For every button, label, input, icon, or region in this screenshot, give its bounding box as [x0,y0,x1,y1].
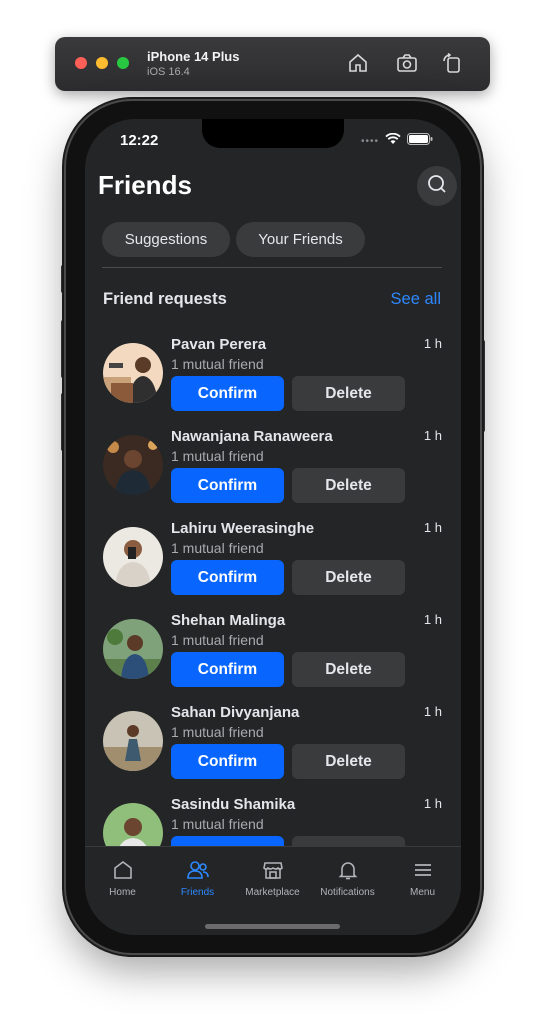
mutual-friends[interactable]: 1 mutual friend [171,816,264,832]
mutual-friends[interactable]: 1 mutual friend [171,632,264,648]
request-time: 1 h [423,520,442,535]
tab-label: Friends [180,887,215,898]
zoom-window-button[interactable] [117,57,129,69]
request-time: 1 h [423,796,442,811]
request-name[interactable]: Nawanjana Ranaweera [171,428,333,445]
avatar[interactable] [103,435,163,495]
friend-request-item: Lahiru Weerasinghe 1 h 1 mutual friend C… [85,520,461,612]
tab-friends[interactable]: Friends [160,857,235,898]
delete-button[interactable]: Delete [292,468,405,503]
mutual-friends[interactable]: 1 mutual friend [171,448,264,464]
tab-menu[interactable]: Menu [385,857,460,898]
confirm-button[interactable]: Confirm [171,376,284,411]
phone-screen: 12:22 •••• Friends Suggestions Your Frie… [85,119,461,935]
home-indicator[interactable] [205,924,340,929]
delete-button[interactable]: Delete [292,652,405,687]
volume-down-button [61,393,65,451]
friend-request-item: Nawanjana Ranaweera 1 h 1 mutual friend … [85,428,461,520]
mutual-friends[interactable]: 1 mutual friend [171,540,264,556]
window-controls [75,57,129,69]
request-name[interactable]: Sasindu Shamika [171,796,295,813]
search-icon [426,173,448,200]
mutual-friends[interactable]: 1 mutual friend [171,356,264,372]
see-all-link[interactable]: See all [391,290,441,309]
volume-up-button [61,320,65,378]
avatar[interactable] [103,711,163,771]
tab-label: Menu [409,887,435,898]
tab-label: Marketplace [245,887,300,898]
menu-icon [385,857,460,883]
wifi-icon [385,132,401,150]
bell-icon [310,857,385,883]
your-friends-tab[interactable]: Your Friends [236,222,365,257]
status-icons: •••• [361,132,433,150]
section-title: Friend requests [103,290,227,308]
delete-button[interactable]: Delete [292,376,405,411]
request-time: 1 h [423,612,442,627]
home-icon[interactable] [347,52,369,74]
notch [202,119,344,148]
request-time: 1 h [423,336,442,351]
request-name[interactable]: Lahiru Weerasinghe [171,520,314,537]
page-title: Friends [98,170,192,200]
divider [102,267,442,268]
signal-icon: •••• [360,135,379,147]
marketplace-icon [235,857,310,883]
delete-button[interactable]: Delete [292,744,405,779]
tab-notifications[interactable]: Notifications [310,857,385,898]
friends-icon [160,857,235,883]
request-name[interactable]: Pavan Perera [171,336,266,353]
home-icon [85,857,160,883]
request-time: 1 h [423,704,442,719]
avatar[interactable] [103,343,163,403]
avatar[interactable] [103,619,163,679]
delete-button[interactable]: Delete [292,560,405,595]
friend-request-item: Pavan Perera 1 h 1 mutual friend Confirm… [85,336,461,428]
status-time: 12:22 [120,132,159,149]
power-button [481,340,485,432]
rotate-icon[interactable] [441,52,463,74]
bottom-tab-bar: Home Friends Marketplace Notifications M… [85,846,461,935]
device-name: iPhone 14 Plus [147,49,240,64]
battery-icon [407,132,433,150]
screenshot-icon[interactable] [396,52,418,74]
friend-request-item: Sahan Divyanjana 1 h 1 mutual friend Con… [85,704,461,796]
tab-label: Notifications [320,887,375,898]
close-window-button[interactable] [75,57,87,69]
suggestions-tab[interactable]: Suggestions [102,222,230,257]
minimize-window-button[interactable] [96,57,108,69]
avatar[interactable] [103,527,163,587]
mute-switch [61,265,65,293]
confirm-button[interactable]: Confirm [171,468,284,503]
confirm-button[interactable]: Confirm [171,744,284,779]
confirm-button[interactable]: Confirm [171,560,284,595]
simulator-toolbar: iPhone 14 Plus iOS 16.4 [55,37,490,91]
request-time: 1 h [423,428,442,443]
tab-home[interactable]: Home [85,857,160,898]
os-version: iOS 16.4 [147,66,190,78]
mutual-friends[interactable]: 1 mutual friend [171,724,264,740]
request-name[interactable]: Shehan Malinga [171,612,285,629]
tab-label: Home [109,887,136,898]
request-name[interactable]: Sahan Divyanjana [171,704,299,721]
search-button[interactable] [417,166,457,206]
confirm-button[interactable]: Confirm [171,652,284,687]
friend-request-item: Shehan Malinga 1 h 1 mutual friend Confi… [85,612,461,704]
tab-marketplace[interactable]: Marketplace [235,857,310,898]
